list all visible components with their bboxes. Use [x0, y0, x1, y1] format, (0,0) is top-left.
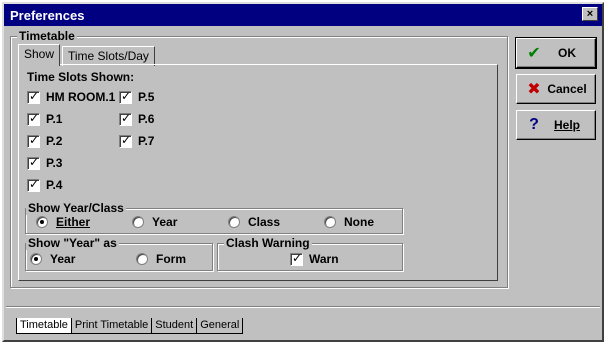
radio-label: Either [56, 215, 91, 229]
bottom-tab-bar: Timetable Print Timetable Student Genera… [16, 318, 244, 336]
slot-checkbox-p2[interactable]: P.2 [27, 133, 63, 148]
warn-label: Warn [309, 252, 339, 266]
show-year-as-group: Show "Year" as Year Form [25, 236, 213, 271]
cross-icon: ✖ [527, 81, 541, 98]
slot-checkbox-p5[interactable]: P.5 [119, 89, 155, 104]
radio-label: Form [156, 252, 186, 266]
radio-year-as-year[interactable]: Year [30, 252, 75, 266]
timetable-group-label: Timetable [17, 29, 77, 43]
time-slots-label: Time Slots Shown: [27, 70, 135, 84]
show-year-as-label: Show "Year" as [26, 236, 119, 250]
slot-label: P.6 [138, 112, 155, 126]
radio-button[interactable] [228, 216, 240, 228]
radio-year[interactable]: Year [132, 215, 177, 229]
tab-general[interactable]: General [196, 318, 244, 334]
slot-checkbox-hm-room-1[interactable]: HM ROOM.1 [27, 89, 116, 104]
checkbox[interactable] [27, 155, 40, 170]
ok-button[interactable]: ✔ OK [515, 37, 597, 69]
clash-warning-label: Clash Warning [224, 236, 312, 250]
tab-timetable[interactable]: Timetable [16, 318, 72, 334]
cancel-button[interactable]: ✖ Cancel [516, 74, 596, 104]
ok-label: OK [558, 46, 576, 60]
radio-label: Year [50, 252, 76, 266]
radio-button[interactable] [30, 253, 42, 265]
slot-checkbox-p4[interactable]: P.4 [27, 177, 63, 192]
help-button[interactable]: ? Help [516, 110, 596, 140]
show-year-class-label: Show Year/Class [26, 201, 126, 215]
radio-button[interactable] [36, 216, 48, 228]
checkbox[interactable] [27, 111, 40, 126]
warn-checkbox[interactable]: Warn [290, 251, 339, 266]
slot-checkbox-p7[interactable]: P.7 [119, 133, 155, 148]
slot-label: P.5 [138, 90, 155, 104]
show-year-class-group: Show Year/Class Either Year Class None [25, 201, 403, 234]
checkbox[interactable] [119, 89, 132, 104]
slot-label: P.1 [46, 112, 63, 126]
radio-year-as-form[interactable]: Form [136, 252, 186, 266]
tab-time-slots-day-label: Time Slots/Day [68, 49, 149, 63]
slot-label: P.3 [46, 156, 63, 170]
radio-button[interactable] [136, 253, 148, 265]
slot-label: P.2 [46, 134, 63, 148]
radio-either[interactable]: Either [36, 215, 90, 229]
checkbox[interactable] [27, 133, 40, 148]
close-icon[interactable]: × [582, 7, 598, 21]
help-label: Help [553, 118, 580, 132]
preferences-window: Preferences × Timetable Show Time Slots/… [2, 2, 604, 342]
checkbox[interactable] [290, 251, 303, 266]
checkbox[interactable] [119, 111, 132, 126]
divider [6, 306, 600, 308]
clash-warning-group: Clash Warning Warn [217, 236, 403, 271]
radio-button[interactable] [324, 216, 336, 228]
tab-time-slots-day[interactable]: Time Slots/Day [62, 46, 155, 66]
slot-label: P.4 [46, 178, 63, 192]
checkbox[interactable] [27, 89, 40, 104]
radio-none[interactable]: None [324, 215, 374, 229]
radio-button[interactable] [132, 216, 144, 228]
radio-label: Year [152, 215, 178, 229]
cancel-label: Cancel [547, 82, 587, 96]
radio-label: None [344, 215, 374, 229]
slot-checkbox-p1[interactable]: P.1 [27, 111, 63, 126]
slot-checkbox-p3[interactable]: P.3 [27, 155, 63, 170]
checkbox[interactable] [119, 133, 132, 148]
checkbox[interactable] [27, 177, 40, 192]
slot-label: HM ROOM.1 [46, 90, 116, 104]
slot-checkbox-p6[interactable]: P.6 [119, 111, 155, 126]
checkmark-icon: ✔ [527, 45, 541, 62]
slot-label: P.7 [138, 134, 155, 148]
radio-label: Class [248, 215, 281, 229]
title-bar: Preferences × [4, 4, 602, 26]
tab-student[interactable]: Student [151, 318, 198, 334]
tab-show-label: Show [24, 47, 55, 61]
tab-show[interactable]: Show [18, 44, 61, 66]
tab-print-timetable[interactable]: Print Timetable [70, 318, 153, 334]
radio-class[interactable]: Class [228, 215, 280, 229]
window-title: Preferences [10, 8, 85, 23]
show-tab-panel: Time Slots Shown: HM ROOM.1 P.1 P.2 P.3 … [18, 64, 498, 281]
question-icon: ? [529, 116, 539, 133]
